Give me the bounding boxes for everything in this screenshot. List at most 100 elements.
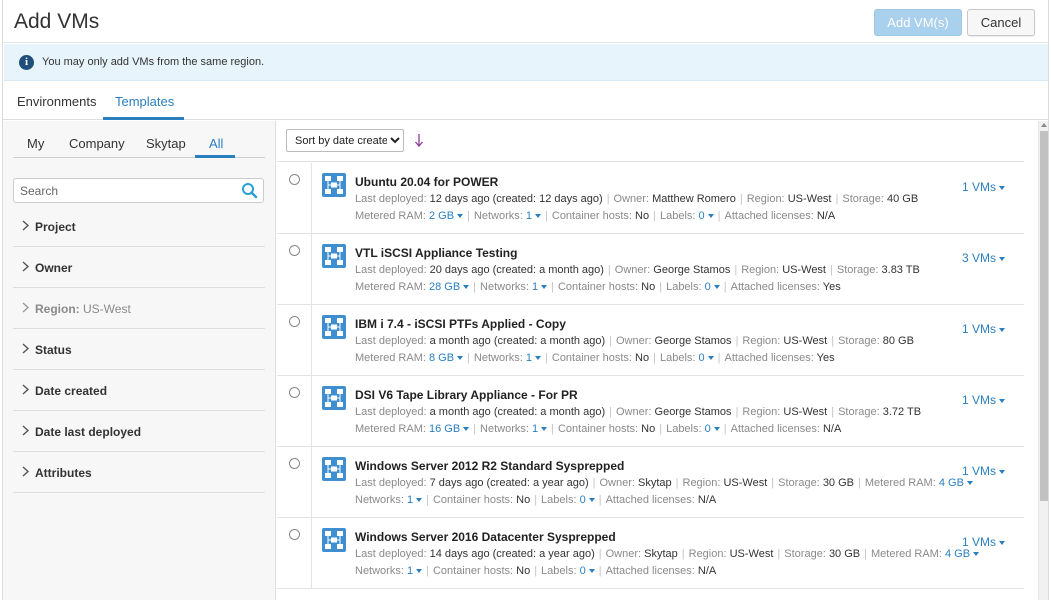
metered-ram-value: 4 GB [944,548,971,560]
add-vms-button[interactable]: Add VM(s) [874,9,962,36]
networks-value: 1 [532,423,539,435]
labels-value: 0 [698,352,705,364]
vm-count-dropdown[interactable]: 1 VMs [962,393,1006,407]
labels-dropdown[interactable]: 0 [580,565,595,577]
container-hosts-label: Container hosts: [551,210,632,222]
template-row[interactable]: DSI V6 Tape Library Appliance - For PR L… [277,376,1024,447]
labels-label: Labels: [541,565,577,577]
labels-label: Labels: [666,423,702,435]
template-row[interactable]: Windows Server 2016 Datacenter Syspreppe… [277,518,1024,589]
labels-dropdown[interactable]: 0 [580,494,595,506]
subtab-all[interactable]: All [209,136,223,151]
field-separator: | [659,281,663,293]
select-radio[interactable] [289,174,300,185]
filter-label: Status [35,343,72,357]
field-separator: | [598,565,602,577]
container-hosts-value: No [641,281,656,293]
metered-ram-dropdown[interactable]: 28 GB [429,281,470,293]
search-input[interactable] [14,179,234,202]
field-separator: | [551,281,554,293]
vm-count-dropdown[interactable]: 1 VMs [962,535,1006,549]
networks-dropdown[interactable]: 1 [407,494,423,506]
select-radio[interactable] [289,245,300,256]
select-radio[interactable] [289,458,300,469]
filter-label: Date created [35,384,108,398]
networks-dropdown[interactable]: 1 [532,281,548,293]
metered-ram-dropdown[interactable]: 16 GB [429,423,470,435]
region-label: Region: [741,264,780,276]
subtab-company[interactable]: Company [69,136,125,151]
filter-attributes[interactable]: Attributes [13,452,265,493]
field-separator: | [607,264,611,276]
filter-date-created[interactable]: Date created [13,370,265,411]
template-meta-line-1: Last deployed: a month ago (created: a m… [355,406,921,418]
vm-count-dropdown[interactable]: 3 VMs [962,251,1006,265]
metered-ram-label: Metered RAM: [355,281,426,293]
chevron-right-icon [22,466,30,477]
attached-licenses-label: Attached licenses: [724,210,814,222]
labels-dropdown[interactable]: 0 [699,210,714,222]
networks-dropdown[interactable]: 1 [532,423,548,435]
caret-down-icon [999,256,1006,261]
networks-dropdown[interactable]: 1 [407,565,423,577]
field-separator: | [592,477,596,489]
filter-project[interactable]: Project [13,206,265,247]
search-icon[interactable] [241,182,258,199]
template-row[interactable]: VTL iSCSI Appliance Testing Last deploye… [277,234,1024,305]
owner-value: Matthew Romero [652,193,736,205]
active-subtab-indicator [195,155,235,158]
region-value: US-West [782,264,826,276]
field-separator: | [717,352,721,364]
subtab-my[interactable]: My [27,136,44,151]
template-row[interactable]: IBM i 7.4 - iSCSI PTFs Applied - Copy La… [277,305,1024,376]
cancel-button[interactable]: Cancel [967,9,1035,36]
field-separator: | [609,406,612,418]
vm-template-icon [322,244,346,268]
last-deployed-value: 14 days ago (created: a year ago) [429,548,595,560]
template-meta-line-1: Last deployed: a month ago (created: a m… [355,335,914,347]
field-separator: | [473,423,477,435]
select-radio[interactable] [289,529,300,540]
metered-ram-dropdown[interactable]: 8 GB [429,352,464,364]
metered-ram-dropdown[interactable]: 4 GB [939,477,973,489]
template-row[interactable]: Windows Server 2012 R2 Standard Sysprepp… [277,447,1024,518]
row-divider [311,305,312,376]
vm-count-dropdown[interactable]: 1 VMs [962,180,1006,194]
sort-direction-icon[interactable] [414,132,424,148]
scrollbar[interactable] [1038,121,1048,600]
sort-select[interactable]: Sort by date created [286,129,404,152]
chevron-right-icon [22,220,30,231]
metered-ram-dropdown[interactable]: 2 GB [429,210,464,222]
filter-status[interactable]: Status [13,329,265,370]
scroll-up-arrow-icon[interactable] [1041,123,1047,127]
last-deployed-value: 20 days ago (created: a month ago) [429,264,604,276]
filter-label: Date last deployed [35,425,142,439]
networks-dropdown[interactable]: 1 [526,210,542,222]
container-hosts-value: No [516,494,531,506]
labels-dropdown[interactable]: 0 [705,281,720,293]
tab-environments[interactable]: Environments [17,94,96,109]
storage-value: 40 GB [887,193,919,205]
caret-down-icon [713,427,720,432]
metered-ram-dropdown[interactable]: 4 GB [944,548,980,560]
field-separator: | [534,494,538,506]
select-radio[interactable] [289,316,300,327]
filter-date-last-deployed[interactable]: Date last deployed [13,411,265,452]
tab-templates[interactable]: Templates [115,94,174,109]
template-row[interactable]: Ubuntu 20.04 for POWER Last deployed: 12… [277,163,1024,234]
last-deployed-value: a month ago (created: a month ago) [429,406,606,418]
last-deployed-label: Last deployed: [355,406,427,418]
vm-count-dropdown[interactable]: 1 VMs [962,322,1006,336]
scroll-thumb[interactable] [1040,131,1048,501]
vm-count-dropdown[interactable]: 1 VMs [962,464,1006,478]
filter-owner[interactable]: Owner [13,247,265,288]
subtab-skytap[interactable]: Skytap [146,136,186,151]
field-separator: | [534,565,538,577]
template-name: Ubuntu 20.04 for POWER [355,175,499,189]
region-label: Region: [688,548,727,560]
labels-dropdown[interactable]: 0 [705,423,720,435]
networks-dropdown[interactable]: 1 [526,352,542,364]
vm-template-icon [322,528,346,552]
select-radio[interactable] [289,387,300,398]
labels-dropdown[interactable]: 0 [699,352,714,364]
